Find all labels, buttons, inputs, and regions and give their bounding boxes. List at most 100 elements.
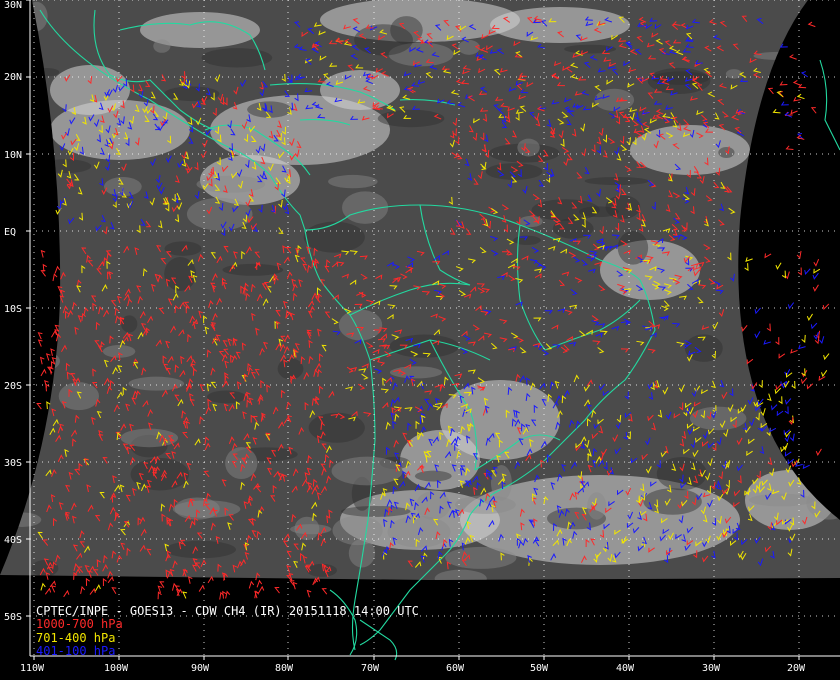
wind-barb	[815, 448, 822, 456]
wind-barb	[787, 302, 795, 310]
lat-label-30s: 30S	[4, 458, 23, 469]
wind-barb	[810, 107, 817, 114]
wind-barb	[763, 340, 771, 345]
wind-barb	[50, 585, 56, 593]
wind-barb	[789, 433, 795, 442]
cloud-texture	[34, 68, 60, 77]
cloud-texture	[164, 540, 237, 559]
cloud-texture	[718, 147, 735, 158]
cloud-texture	[587, 492, 607, 520]
cloud-texture	[445, 546, 517, 569]
wind-barb	[745, 257, 753, 262]
wind-barb	[85, 577, 90, 586]
wind-barb	[810, 322, 818, 330]
cloud-texture	[434, 569, 487, 580]
wind-barb	[754, 331, 761, 339]
wind-barb	[784, 451, 792, 457]
wind-barb	[818, 376, 826, 381]
lon-label-40w: 40W	[616, 663, 635, 674]
lon-label-80w: 80W	[275, 663, 294, 674]
wind-barb	[764, 253, 772, 259]
cloud-texture	[306, 563, 337, 577]
lat-label-30n: 30N	[4, 0, 23, 11]
satellite-map	[0, 0, 840, 661]
wind-barb	[111, 587, 117, 594]
lon-label-90w: 90W	[191, 663, 210, 674]
cloud-texture	[128, 376, 185, 391]
wind-barb	[823, 353, 830, 361]
wind-barb	[746, 358, 754, 365]
cloud-texture	[222, 263, 284, 276]
wind-barb	[797, 344, 806, 350]
cloud-texture	[769, 281, 817, 300]
coastline-segment	[359, 619, 398, 661]
wind-barb	[790, 109, 798, 115]
lat-label-20s: 20S	[4, 381, 23, 392]
lon-label-110w: 110W	[20, 663, 45, 674]
cloud-texture	[153, 39, 171, 53]
lat-label-40s: 40S	[4, 535, 23, 546]
wind-barb	[37, 339, 43, 347]
wind-barb	[801, 334, 806, 343]
lon-label-30w: 30W	[702, 663, 721, 674]
coastline-segment	[819, 59, 840, 151]
lat-label-eq: EQ	[4, 227, 17, 238]
cloud-texture	[656, 457, 707, 491]
wind-barb	[807, 21, 816, 28]
wind-barb	[766, 393, 772, 402]
wind-barb	[225, 590, 231, 599]
cloud-texture	[328, 174, 378, 189]
wind-barb	[793, 97, 802, 102]
wind-barb	[800, 377, 808, 385]
cloud-texture	[206, 390, 247, 404]
wind-barb	[806, 383, 814, 390]
cloud-texture	[0, 366, 53, 380]
cloud-texture	[643, 488, 702, 515]
cloud-texture	[120, 428, 179, 448]
wind-barb	[775, 262, 782, 270]
wind-barb	[779, 81, 788, 86]
wind-barb	[771, 404, 778, 411]
wind-barb	[306, 589, 312, 598]
wind-barb	[821, 370, 828, 378]
wind-barb	[797, 267, 802, 276]
cloud-texture	[331, 456, 403, 486]
cloud-texture	[389, 366, 443, 379]
wind-barb	[776, 410, 784, 417]
cloud-texture	[164, 86, 220, 102]
wind-barb	[89, 587, 96, 595]
wind-barb	[790, 348, 798, 354]
wind-barb	[107, 576, 114, 584]
wind-barb	[800, 71, 809, 78]
wind-barb	[744, 263, 749, 272]
cloud-texture	[647, 67, 711, 94]
wind-barb	[795, 462, 803, 467]
legend-high-level: 401-100 hPa	[36, 644, 116, 658]
wind-barb	[813, 258, 820, 267]
wind-barb	[49, 366, 54, 375]
cloud-texture	[389, 334, 460, 358]
wind-barb	[40, 368, 47, 377]
wind-barb	[758, 380, 763, 389]
lon-label-20w: 20W	[787, 663, 806, 674]
wind-barb	[819, 336, 825, 345]
wind-barb	[321, 588, 328, 595]
cloud-texture	[196, 175, 266, 193]
lat-label-50s: 50S	[4, 612, 23, 623]
wind-barb	[256, 579, 263, 588]
wind-barb	[52, 273, 58, 282]
wind-barb	[784, 398, 792, 405]
cloud-patch	[490, 7, 630, 43]
wind-barb	[157, 585, 163, 594]
cloud-texture	[414, 470, 452, 482]
wind-barb	[50, 348, 55, 356]
cloud-texture	[164, 241, 202, 256]
wind-barb	[37, 332, 43, 340]
cloud-texture	[186, 197, 253, 231]
wind-barb	[784, 406, 789, 415]
wind-barb	[766, 323, 771, 332]
lon-label-70w: 70W	[361, 663, 380, 674]
wind-barb	[248, 580, 255, 589]
cloud-texture	[303, 221, 365, 253]
wind-barb	[772, 108, 781, 114]
